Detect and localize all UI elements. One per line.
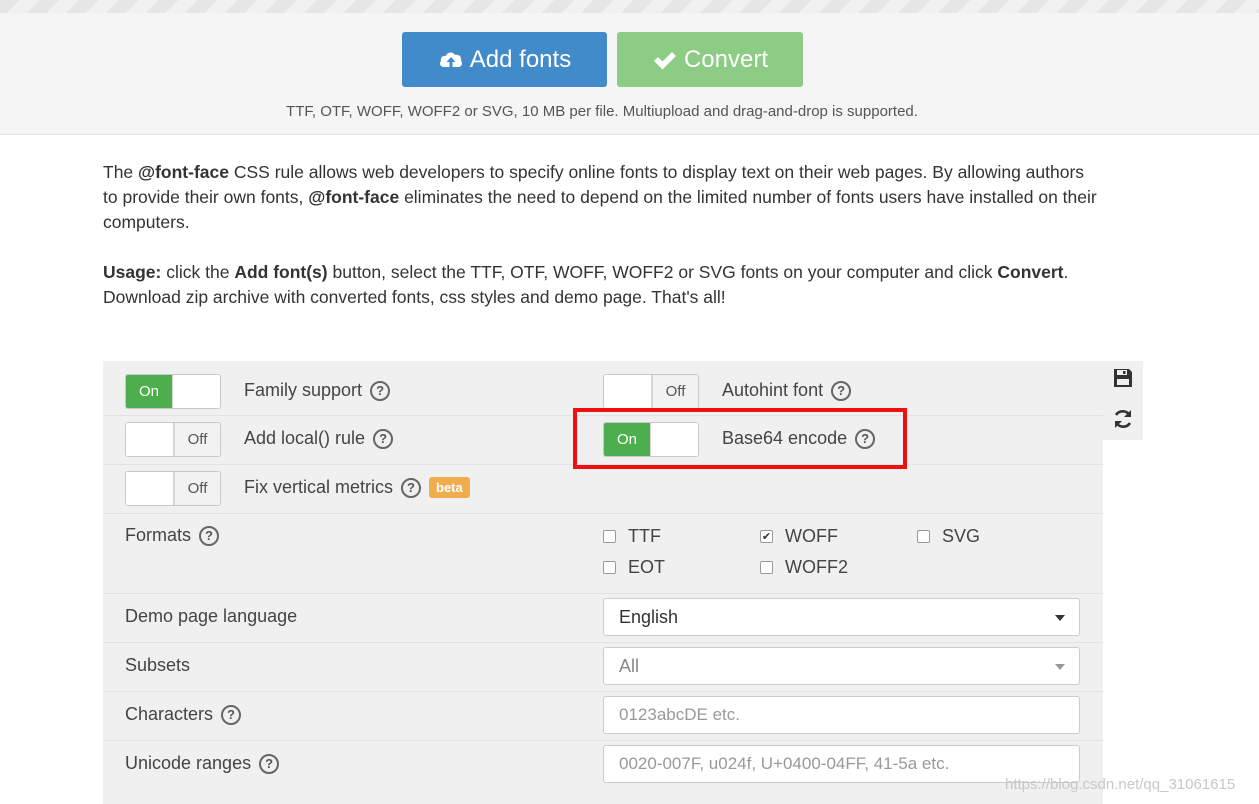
fix-vertical-toggle[interactable]: Off bbox=[125, 471, 221, 506]
subsets-row: Subsets All bbox=[103, 643, 1103, 692]
toggle-state-label: Off bbox=[652, 375, 698, 408]
cloud-upload-icon bbox=[439, 51, 462, 69]
toggle-state-label: Off bbox=[174, 423, 220, 456]
formats-label: Formats? bbox=[125, 525, 220, 546]
unicode-row: Unicode ranges? 0020-007F, u024f, U+0400… bbox=[103, 741, 1103, 804]
format-woff[interactable]: ✔ WOFF bbox=[760, 526, 838, 547]
beta-badge: beta bbox=[429, 477, 470, 498]
format-svg[interactable]: SVG bbox=[917, 526, 980, 547]
unicode-label: Unicode ranges? bbox=[125, 753, 280, 774]
subsets-select[interactable]: All bbox=[603, 647, 1080, 685]
watermark: https://blog.csdn.net/qq_31061615 bbox=[1005, 776, 1236, 793]
toggle-knob bbox=[126, 423, 174, 456]
family-support-label: Family support? bbox=[244, 380, 391, 401]
check-icon bbox=[653, 51, 676, 69]
upload-hint: TTF, OTF, WOFF, WOFF2 or SVG, 10 MB per … bbox=[286, 103, 918, 120]
help-icon[interactable]: ? bbox=[401, 477, 422, 498]
usage-paragraph: Usage: click the Add font(s) button, sel… bbox=[103, 262, 1069, 307]
characters-label: Characters? bbox=[125, 704, 242, 725]
convert-button[interactable]: Convert bbox=[617, 32, 803, 87]
description: The @font-face CSS rule allows web devel… bbox=[103, 160, 1103, 310]
toggle-knob bbox=[604, 375, 652, 408]
format-eot[interactable]: EOT bbox=[603, 557, 665, 578]
options-row-3: Off Fix vertical metrics? beta bbox=[103, 465, 1103, 514]
refresh-icon[interactable] bbox=[1112, 408, 1134, 430]
demo-language-row: Demo page language English bbox=[103, 594, 1103, 643]
upload-area[interactable]: Add fonts Convert TTF, OTF, WOFF, WOFF2 … bbox=[0, 13, 1259, 135]
subsets-label: Subsets bbox=[125, 655, 191, 675]
help-icon[interactable]: ? bbox=[373, 428, 394, 449]
add-local-label: Add local() rule? bbox=[244, 428, 394, 449]
toggle-state-label: Off bbox=[174, 472, 220, 505]
base64-highlight-box bbox=[573, 408, 907, 469]
help-icon[interactable]: ? bbox=[199, 525, 220, 546]
autohint-label: Autohint font? bbox=[722, 380, 852, 401]
checkbox[interactable] bbox=[760, 561, 773, 574]
autohint-toggle[interactable]: Off bbox=[603, 374, 699, 409]
fix-vertical-label: Fix vertical metrics? beta bbox=[244, 477, 470, 498]
help-icon[interactable]: ? bbox=[370, 380, 391, 401]
save-icon[interactable] bbox=[1112, 367, 1134, 389]
checkbox[interactable] bbox=[603, 530, 616, 543]
add-local-toggle[interactable]: Off bbox=[125, 422, 221, 457]
characters-row: Characters? 0123abcDE etc. bbox=[103, 692, 1103, 741]
checkbox[interactable] bbox=[603, 561, 616, 574]
toggle-knob bbox=[126, 472, 174, 505]
characters-input[interactable]: 0123abcDE etc. bbox=[603, 696, 1080, 734]
formats-row: Formats? TTF ✔ WOFF SVG EOT WOFF2 bbox=[103, 514, 1103, 594]
demo-language-select[interactable]: English bbox=[603, 598, 1080, 636]
help-icon[interactable]: ? bbox=[259, 753, 280, 774]
side-toolbar bbox=[1103, 361, 1143, 440]
description-paragraph: The @font-face CSS rule allows web devel… bbox=[103, 162, 1097, 232]
caret-down-icon bbox=[1055, 615, 1065, 621]
format-woff2[interactable]: WOFF2 bbox=[760, 557, 848, 578]
add-fonts-label: Add fonts bbox=[469, 45, 572, 73]
demo-language-value: English bbox=[619, 606, 679, 627]
add-fonts-button[interactable]: Add fonts bbox=[402, 32, 607, 87]
convert-label: Convert bbox=[683, 45, 769, 73]
checkbox[interactable] bbox=[917, 530, 930, 543]
format-ttf[interactable]: TTF bbox=[603, 526, 661, 547]
caret-down-icon bbox=[1055, 664, 1065, 670]
toggle-state-label: On bbox=[126, 375, 172, 408]
top-decorative-stripe bbox=[0, 0, 1259, 13]
help-icon[interactable]: ? bbox=[831, 380, 852, 401]
subsets-value: All bbox=[619, 655, 640, 676]
help-icon[interactable]: ? bbox=[221, 704, 242, 725]
toggle-knob bbox=[172, 375, 220, 408]
family-support-toggle[interactable]: On bbox=[125, 374, 221, 409]
demo-language-label: Demo page language bbox=[125, 606, 298, 626]
checkbox-checked[interactable]: ✔ bbox=[760, 530, 773, 543]
